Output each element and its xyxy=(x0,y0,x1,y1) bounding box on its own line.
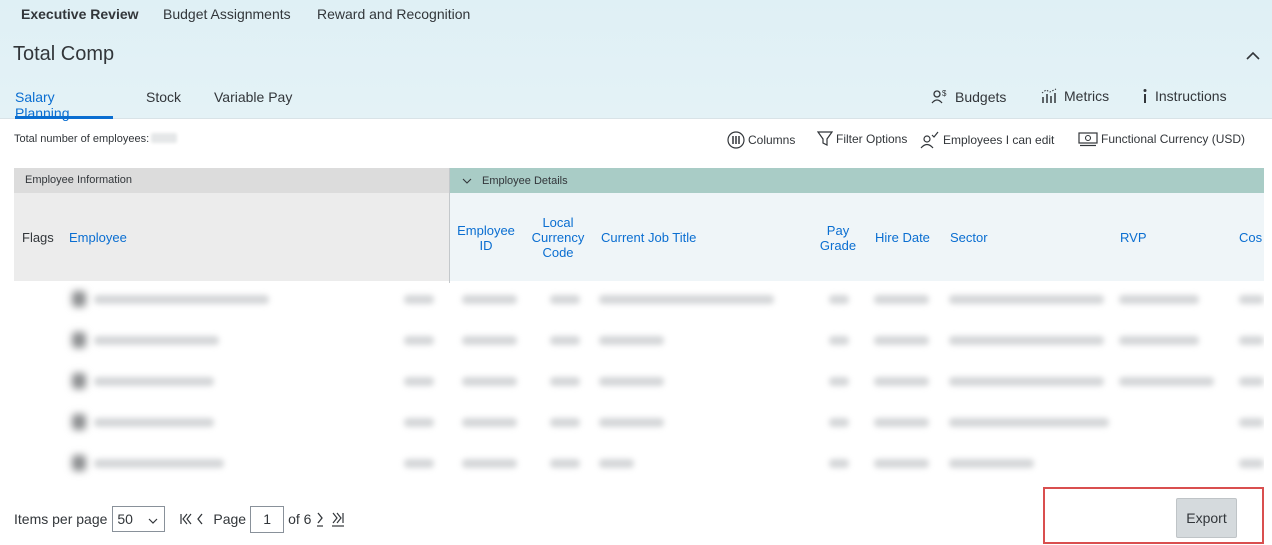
table-row[interactable] xyxy=(14,283,1264,324)
export-button[interactable]: Export xyxy=(1176,498,1237,538)
page-title: Total Comp xyxy=(13,43,115,65)
employee-count-label: Total number of employees: xyxy=(14,133,150,145)
currency-icon xyxy=(1078,131,1098,147)
current-page-input[interactable] xyxy=(250,505,285,533)
employees-i-can-edit-label: Employees I can edit xyxy=(943,133,1055,147)
columns-label: Columns xyxy=(748,133,796,147)
column-header-cost[interactable]: Cos xyxy=(1239,230,1262,245)
column-header-current-job-title[interactable]: Current Job Title xyxy=(601,230,696,245)
metrics-label: Metrics xyxy=(1064,88,1110,104)
columns-button[interactable]: Columns xyxy=(727,131,795,149)
group-header-employee-information: Employee Information xyxy=(14,168,449,193)
items-per-page-select[interactable]: 50 xyxy=(112,506,166,532)
column-header-flags: Flags xyxy=(22,230,54,245)
column-header-sector[interactable]: Sector xyxy=(950,230,988,245)
svg-text:$: $ xyxy=(942,89,947,98)
shell-header: Executive Review Budget Assignments Rewa… xyxy=(0,0,1272,121)
next-page-icon[interactable] xyxy=(315,511,325,527)
avatar xyxy=(72,455,86,471)
column-header-pay-grade[interactable]: Pay Grade xyxy=(818,223,858,253)
page-label: Page xyxy=(213,511,247,527)
budgets-button[interactable]: $ Budgets xyxy=(931,88,1006,106)
group-header-employee-details-label: Employee Details xyxy=(482,174,568,187)
chevron-down-icon xyxy=(148,518,158,524)
table-row[interactable] xyxy=(14,365,1264,406)
column-header-hire-date[interactable]: Hire Date xyxy=(875,230,930,245)
instructions-button[interactable]: Instructions xyxy=(1141,88,1227,104)
budget-person-icon: $ xyxy=(931,88,949,106)
metrics-chart-icon xyxy=(1040,88,1058,104)
last-page-icon[interactable] xyxy=(331,511,345,527)
pagination-bar: Items per page 50 Page of 6 xyxy=(14,505,345,533)
columns-icon xyxy=(727,131,745,149)
first-page-icon[interactable] xyxy=(179,512,193,526)
instructions-label: Instructions xyxy=(1155,88,1227,104)
table-row[interactable] xyxy=(14,447,1264,488)
table-row[interactable] xyxy=(14,406,1264,447)
column-group-divider[interactable] xyxy=(449,168,450,283)
employee-grid-body xyxy=(14,283,1264,488)
nav-executive-review[interactable]: Executive Review xyxy=(21,0,151,22)
avatar xyxy=(72,373,86,389)
table-row[interactable] xyxy=(14,324,1264,365)
filter-options-button[interactable]: Filter Options xyxy=(817,131,907,147)
metrics-button[interactable]: Metrics xyxy=(1040,88,1109,104)
filter-options-label: Filter Options xyxy=(836,132,908,146)
tab-stock[interactable]: Stock xyxy=(146,86,196,119)
tab-variable-pay[interactable]: Variable Pay xyxy=(214,86,304,119)
chevron-down-icon xyxy=(462,178,472,184)
previous-page-icon[interactable] xyxy=(195,512,205,526)
avatar xyxy=(72,291,86,307)
column-header-employee-id[interactable]: Employee ID xyxy=(456,223,516,253)
functional-currency-label: Functional Currency (USD) xyxy=(1101,132,1246,146)
tab-salary-planning[interactable]: Salary Planning xyxy=(15,86,113,121)
column-header-employee[interactable]: Employee xyxy=(69,230,127,245)
functional-currency-button[interactable]: Functional Currency (USD) xyxy=(1078,131,1245,147)
employee-count: Total number of employees: xyxy=(14,133,178,145)
items-per-page-value: 50 xyxy=(117,511,133,527)
total-pages-label: of 6 xyxy=(288,511,312,527)
budgets-label: Budgets xyxy=(955,89,1007,105)
info-icon xyxy=(1141,88,1149,104)
items-per-page-label: Items per page xyxy=(14,511,108,527)
chevron-up-icon xyxy=(1246,51,1260,60)
nav-reward-and-recognition[interactable]: Reward and Recognition xyxy=(317,0,487,22)
column-header-rvp[interactable]: RVP xyxy=(1120,230,1147,245)
nav-budget-assignments[interactable]: Budget Assignments xyxy=(163,0,303,22)
collapse-header-button[interactable] xyxy=(1243,46,1263,66)
group-header-employee-details[interactable]: Employee Details xyxy=(450,168,1264,193)
employees-i-can-edit-button[interactable]: Employees I can edit xyxy=(920,131,1054,149)
employee-count-value-redacted xyxy=(151,133,178,143)
column-header-local-currency-code[interactable]: Local Currency Code xyxy=(529,215,587,260)
avatar xyxy=(72,332,86,348)
filter-icon xyxy=(817,131,833,147)
person-check-icon xyxy=(920,131,940,149)
avatar xyxy=(72,414,86,430)
table-toolbar: Total number of employees: Columns Filte… xyxy=(0,119,1272,165)
